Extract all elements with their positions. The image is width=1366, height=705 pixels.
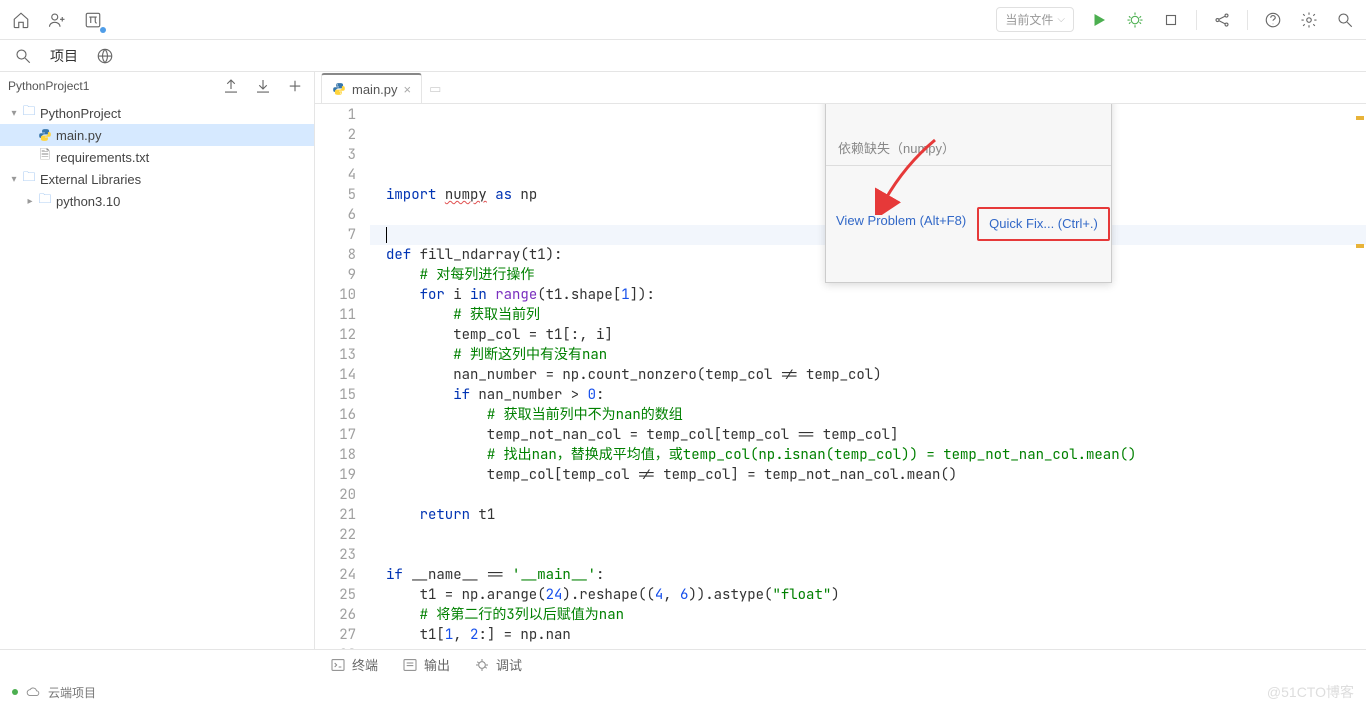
home-icon[interactable] — [10, 9, 32, 31]
code-editor[interactable]: 1234567891011121314151617181920212223242… — [315, 104, 1366, 649]
search-icon[interactable] — [12, 45, 34, 67]
search-icon[interactable] — [1334, 9, 1356, 31]
tree-item-python3-10[interactable]: 🗀python3.10 — [0, 190, 314, 212]
code-line-7[interactable]: # 获取当前列 — [370, 305, 1366, 325]
divider — [1247, 10, 1248, 30]
add-user-icon[interactable] — [46, 9, 68, 31]
output-tab[interactable]: 输出 — [402, 655, 450, 674]
python-icon — [36, 128, 54, 142]
chevron-icon — [8, 174, 20, 185]
code-line-13[interactable]: temp_not_nan_col = temp_col[temp_col == … — [370, 425, 1366, 445]
settings-icon[interactable] — [1298, 9, 1320, 31]
tab-label: main.py — [352, 82, 398, 97]
terminal-label: 终端 — [352, 655, 378, 674]
code-line-10[interactable]: nan_number = np.count_nonzero(temp_col !… — [370, 365, 1366, 385]
view-problem-action[interactable]: View Problem (Alt+F8) — [826, 206, 976, 242]
tab-hidden[interactable]: ▭ — [422, 73, 448, 103]
tree-item-label: main.py — [56, 128, 102, 143]
code-line-16[interactable] — [370, 485, 1366, 505]
error-stripe[interactable] — [1356, 116, 1364, 120]
code-line-14[interactable]: # 找出nan，替换成平均值，或temp_col(np.isnan(temp_c… — [370, 445, 1366, 465]
upload-icon[interactable] — [220, 75, 242, 97]
line-gutter: 1234567891011121314151617181920212223242… — [315, 104, 370, 649]
tree-item-external-libraries[interactable]: 🗀External Libraries — [0, 168, 314, 190]
sub-toolbar: 项目 — [0, 40, 1366, 72]
terminal-tab[interactable]: 终端 — [330, 655, 378, 674]
code-line-12[interactable]: # 获取当前列中不为nan的数组 — [370, 405, 1366, 425]
code-line-24[interactable] — [370, 645, 1366, 649]
main-toolbar: 当前文件 ⌵ — [0, 0, 1366, 40]
file-icon: 🗎 — [36, 146, 54, 168]
tooltip-title: 依赖缺失（numpy） — [826, 133, 1111, 166]
quick-fix-action[interactable]: Quick Fix... (Ctrl+.) — [977, 207, 1110, 241]
tree-item-label: python3.10 — [56, 194, 120, 209]
folder-icon: 🗀 — [36, 190, 54, 212]
close-icon[interactable]: × — [404, 82, 412, 97]
file-icon: ▭ — [429, 81, 441, 97]
tree-item-pythonproject[interactable]: 🗀PythonProject — [0, 102, 314, 124]
current-file-dropdown[interactable]: 当前文件 ⌵ — [996, 7, 1074, 32]
divider — [1196, 10, 1197, 30]
code-line-21[interactable]: t1 = np.arange(24).reshape((4, 6)).astyp… — [370, 585, 1366, 605]
code-line-18[interactable] — [370, 525, 1366, 545]
watermark: @51CTO博客 — [1267, 682, 1354, 702]
tree-item-label: requirements.txt — [56, 150, 149, 165]
code-line-22[interactable]: # 将第二行的3列以后赋值为nan — [370, 605, 1366, 625]
code-line-15[interactable]: temp_col[temp_col != temp_col] = temp_no… — [370, 465, 1366, 485]
project-root-label: PythonProject1 — [8, 79, 89, 93]
tree-item-main-py[interactable]: main.py — [0, 124, 314, 146]
chevron-icon — [8, 108, 20, 119]
pi-icon[interactable] — [82, 9, 104, 31]
current-file-label: 当前文件 — [1005, 11, 1053, 28]
file-tree[interactable]: 🗀PythonProjectmain.py🗎requirements.txt🗀E… — [0, 100, 314, 649]
folder-icon: 🗀 — [20, 102, 38, 124]
tab-main-py[interactable]: main.py × — [321, 73, 422, 103]
globe-icon[interactable] — [94, 45, 116, 67]
chevron-down-icon: ⌵ — [1057, 14, 1065, 25]
editor-tabs: main.py × ▭ — [315, 72, 1366, 104]
code-line-11[interactable]: if nan_number > 0: — [370, 385, 1366, 405]
share-icon[interactable] — [1211, 9, 1233, 31]
status-dot — [12, 689, 18, 695]
code-line-8[interactable]: temp_col = t1[:, i] — [370, 325, 1366, 345]
cloud-icon — [26, 685, 40, 699]
editor-area: main.py × ▭ 1234567891011121314151617181… — [315, 72, 1366, 649]
code-line-9[interactable]: # 判断这列中有没有nan — [370, 345, 1366, 365]
code-line-17[interactable]: return t1 — [370, 505, 1366, 525]
debug-tab[interactable]: 调试 — [474, 655, 522, 674]
code-line-23[interactable]: t1[1, 2:] = np.nan — [370, 625, 1366, 645]
python-icon — [332, 82, 346, 96]
code-content[interactable]: 依赖缺失（numpy） View Problem (Alt+F8) Quick … — [370, 104, 1366, 649]
error-stripe[interactable] — [1356, 244, 1364, 248]
project-label: 项目 — [50, 46, 78, 66]
bottom-panel-tabs: 终端 输出 调试 — [0, 649, 1366, 679]
code-line-6[interactable]: for i in range(t1.shape[1]): — [370, 285, 1366, 305]
code-line-20[interactable]: if __name__ == '__main__': — [370, 565, 1366, 585]
tree-item-label: External Libraries — [40, 172, 141, 187]
folder-icon: 🗀 — [20, 168, 38, 190]
code-line-19[interactable] — [370, 545, 1366, 565]
sidebar: PythonProject1 🗀PythonProjectmain.py🗎req… — [0, 72, 315, 649]
run-icon[interactable] — [1088, 9, 1110, 31]
add-icon[interactable] — [284, 75, 306, 97]
tree-item-requirements-txt[interactable]: 🗎requirements.txt — [0, 146, 314, 168]
status-bar: 云端项目 @51CTO博客 — [0, 679, 1366, 705]
debug-icon[interactable] — [1124, 9, 1146, 31]
debug-label: 调试 — [496, 655, 522, 674]
help-icon[interactable] — [1262, 9, 1284, 31]
problem-tooltip: 依赖缺失（numpy） View Problem (Alt+F8) Quick … — [825, 104, 1112, 283]
sidebar-header: PythonProject1 — [0, 72, 314, 100]
cloud-project-label[interactable]: 云端项目 — [48, 684, 96, 701]
tree-item-label: PythonProject — [40, 106, 121, 121]
output-label: 输出 — [424, 655, 450, 674]
chevron-icon — [24, 196, 36, 207]
stop-icon[interactable] — [1160, 9, 1182, 31]
download-icon[interactable] — [252, 75, 274, 97]
